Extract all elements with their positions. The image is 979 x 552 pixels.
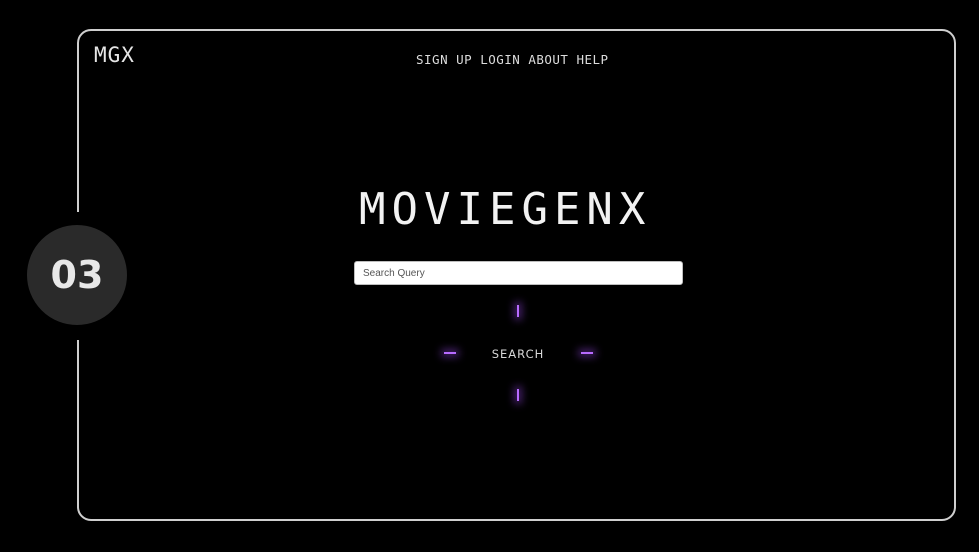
- nav-sign-up[interactable]: SIGN UP: [416, 52, 472, 67]
- step-number: 03: [50, 253, 104, 297]
- search-input[interactable]: [354, 261, 683, 285]
- nav-help[interactable]: HELP: [576, 52, 608, 67]
- top-nav: SIGN UP LOGIN ABOUT HELP: [416, 52, 609, 67]
- search-button[interactable]: SEARCH: [486, 345, 550, 363]
- nav-about[interactable]: ABOUT: [528, 52, 568, 67]
- step-badge: 03: [25, 223, 129, 327]
- app-title: MOVIEGENX: [359, 184, 652, 235]
- glow-mark-bottom: [517, 389, 519, 401]
- nav-login[interactable]: LOGIN: [480, 52, 520, 67]
- glow-mark-left: [444, 352, 456, 354]
- glow-mark-right: [581, 352, 593, 354]
- logo[interactable]: MGX: [94, 43, 135, 67]
- glow-mark-top: [517, 305, 519, 317]
